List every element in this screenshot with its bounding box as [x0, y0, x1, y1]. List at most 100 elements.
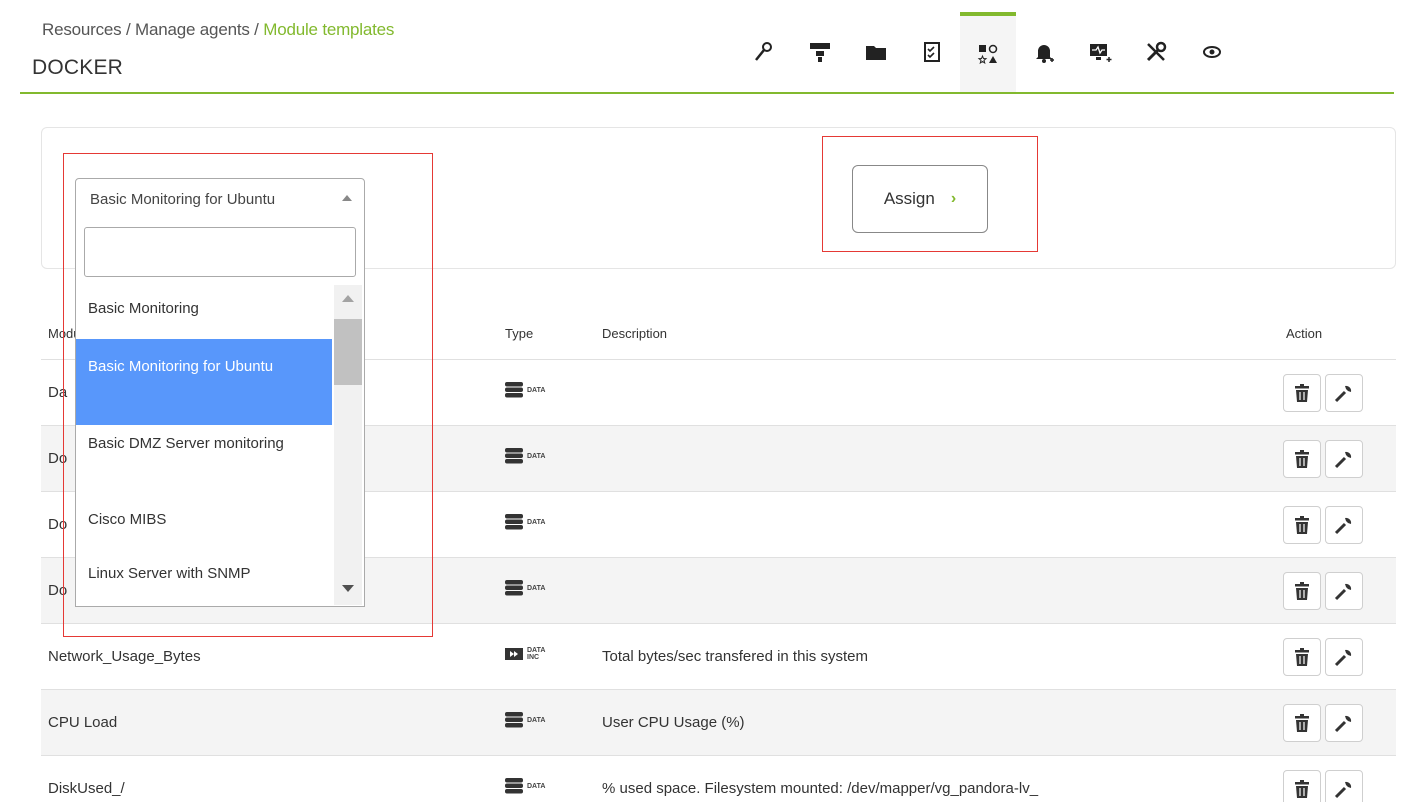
type-label: DATA [527, 782, 546, 790]
database-icon [505, 580, 523, 596]
trash-icon [1295, 648, 1309, 666]
folder-icon [866, 46, 886, 60]
type-label: DATA [527, 584, 546, 592]
wrench-icon [1334, 385, 1352, 403]
option-basic-monitoring-ubuntu[interactable]: Basic Monitoring for Ubuntu [76, 339, 332, 425]
template-select-value: Basic Monitoring for Ubuntu [90, 191, 276, 208]
type-label: DATA [527, 452, 546, 460]
delete-button[interactable] [1283, 638, 1321, 676]
delete-button[interactable] [1283, 770, 1321, 802]
row-actions [1283, 770, 1363, 802]
trash-icon [1295, 582, 1309, 600]
database-icon [505, 448, 523, 464]
module-name[interactable]: Network_Usage_Bytes [48, 648, 201, 665]
trash-icon [1295, 384, 1309, 402]
header-action: Action [1286, 326, 1323, 341]
wrench-icon [1334, 451, 1352, 469]
assign-button[interactable]: Assign › [852, 165, 988, 233]
module-name[interactable]: CPU Load [48, 714, 117, 731]
shapes-icon [977, 44, 998, 65]
edit-button[interactable] [1325, 572, 1363, 610]
module-name[interactable]: Da [48, 384, 67, 401]
tab-module-templates[interactable] [960, 12, 1016, 92]
tab-network[interactable] [792, 12, 848, 92]
tools-icon [1146, 41, 1167, 62]
option-linux-server-snmp[interactable]: Linux Server with SNMP [76, 547, 332, 605]
edit-button[interactable] [1325, 638, 1363, 676]
module-name[interactable]: Do [48, 450, 67, 467]
tab-setup[interactable] [736, 12, 792, 92]
row-actions [1283, 572, 1363, 610]
trash-icon [1295, 714, 1309, 732]
tab-monitors[interactable] [1072, 12, 1128, 92]
tab-alerts[interactable] [1016, 12, 1072, 92]
row-actions [1283, 704, 1363, 742]
database-icon [505, 712, 523, 728]
module-type: DATA [505, 712, 545, 728]
agent-tab-bar [736, 12, 1240, 92]
module-name[interactable]: DiskUsed_/ [48, 780, 125, 797]
breadcrumb-item-manage-agents[interactable]: Manage agents [135, 20, 250, 39]
template-options-list: Basic Monitoring Basic Monitoring for Ub… [76, 285, 332, 605]
page-header: Resources / Manage agents / Module templ… [20, 12, 1394, 94]
data-inc-icon [505, 648, 523, 660]
trash-icon [1295, 516, 1309, 534]
trash-icon [1295, 450, 1309, 468]
template-dropdown: Basic Monitoring Basic Monitoring for Ub… [75, 219, 365, 607]
breadcrumb-item-resources[interactable]: Resources [42, 20, 122, 39]
row-actions [1283, 374, 1363, 412]
tab-checklist[interactable] [904, 12, 960, 92]
header-description[interactable]: Description [602, 326, 667, 341]
eye-icon [1203, 46, 1221, 58]
module-name[interactable]: Do [48, 516, 67, 533]
delete-button[interactable] [1283, 440, 1321, 478]
database-icon [505, 778, 523, 794]
delete-button[interactable] [1283, 572, 1321, 610]
module-type: DATA INC [505, 646, 545, 662]
dropdown-scrollbar[interactable] [334, 285, 362, 605]
module-type: DATA [505, 778, 545, 794]
header-type[interactable]: Type [505, 326, 533, 341]
network-icon [810, 43, 830, 62]
delete-button[interactable] [1283, 704, 1321, 742]
table-row: Network_Usage_Bytes DATA INC Total bytes/se… [41, 624, 1396, 690]
delete-button[interactable] [1283, 506, 1321, 544]
type-label: DATA [527, 716, 546, 724]
edit-button[interactable] [1325, 374, 1363, 412]
option-cisco-mibs[interactable]: Cisco MIBS [76, 493, 332, 547]
module-type: DATA [505, 448, 545, 464]
table-row: CPU Load DATA User CPU Usage (%) [41, 690, 1396, 756]
scroll-down-arrow-icon[interactable] [342, 585, 354, 592]
module-name[interactable]: Do [48, 582, 67, 599]
template-search-input[interactable] [84, 227, 356, 277]
wrench-icon [1334, 517, 1352, 535]
wrench-icon [1334, 715, 1352, 733]
module-description: % used space. Filesystem mounted: /dev/m… [602, 780, 1039, 797]
edit-button[interactable] [1325, 770, 1363, 802]
option-basic-dmz-server[interactable]: Basic DMZ Server monitoring [76, 425, 332, 493]
wrench-icon [1334, 583, 1352, 601]
tab-view[interactable] [1184, 12, 1240, 92]
tab-folder[interactable] [848, 12, 904, 92]
breadcrumb-item-module-templates: Module templates [263, 20, 395, 39]
caret-up-icon [342, 195, 352, 201]
delete-button[interactable] [1283, 374, 1321, 412]
type-label: DATA INC [527, 647, 546, 661]
edit-button[interactable] [1325, 704, 1363, 742]
template-select[interactable]: Basic Monitoring for Ubuntu [75, 178, 365, 220]
database-icon [505, 514, 523, 530]
page-title: DOCKER [32, 56, 124, 79]
edit-button[interactable] [1325, 506, 1363, 544]
row-actions [1283, 440, 1363, 478]
type-label: DATA [527, 386, 546, 394]
scroll-up-arrow-icon[interactable] [342, 295, 354, 302]
scrollbar-thumb[interactable] [334, 319, 362, 385]
module-type: DATA [505, 514, 545, 530]
module-description: Total bytes/sec transfered in this syste… [602, 648, 868, 665]
assign-button-label: Assign [883, 189, 935, 208]
chevron-right-icon: › [950, 190, 957, 207]
option-basic-monitoring[interactable]: Basic Monitoring [76, 285, 332, 339]
edit-button[interactable] [1325, 440, 1363, 478]
tab-tools[interactable] [1128, 12, 1184, 92]
wrench-icon [1334, 781, 1352, 799]
